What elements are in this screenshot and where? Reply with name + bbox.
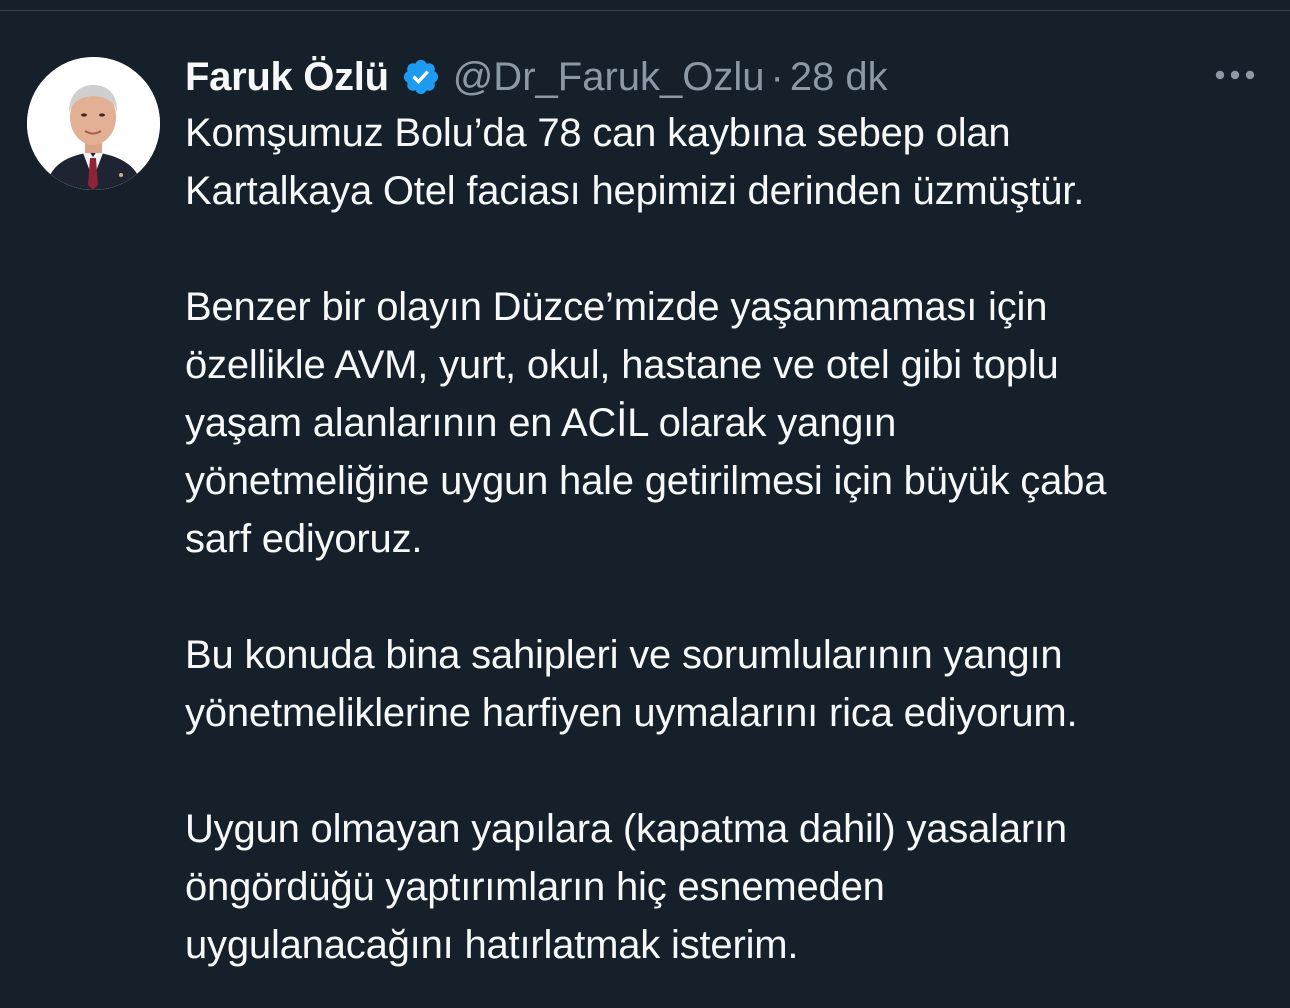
more-options-icon[interactable] bbox=[1210, 60, 1260, 90]
avatar[interactable] bbox=[27, 57, 160, 190]
display-name[interactable]: Faruk Özlü bbox=[185, 51, 389, 103]
tweet-text-line: yaşam alanlarının en ACİL olarak yangın bbox=[185, 401, 897, 445]
tweet-text-line: Komşumuz Bolu’da 78 can kaybına sebep ol… bbox=[185, 111, 1011, 155]
profile-photo bbox=[27, 57, 160, 190]
tweet-timestamp[interactable]: 28 dk bbox=[790, 51, 888, 103]
tweet-text-line: Bu konuda bina sahipleri ve sorumluların… bbox=[185, 633, 1063, 677]
tweet-text-line: Uygun olmayan yapılara (kapatma dahil) y… bbox=[185, 807, 1067, 851]
tweet-text-line: yönetmeliğine uygun hale getirilmesi içi… bbox=[185, 459, 1107, 503]
tweet-text-line: yönetmeliklerine harfiyen uymalarını ric… bbox=[185, 691, 1078, 735]
tweet-text-line: uygulanacağını hatırlatmak isterim. bbox=[185, 923, 799, 967]
tweet-text-line: Benzer bir olayın Düzce’mizde yaşanmamas… bbox=[185, 285, 1048, 329]
tweet-header: Faruk Özlü @Dr_Faruk_Ozlu · 28 dk bbox=[185, 51, 888, 103]
separator-dot: · bbox=[770, 55, 784, 99]
tweet-text: Komşumuz Bolu’da 78 can kaybına sebep ol… bbox=[185, 104, 1265, 974]
tweet[interactable]: Faruk Özlü @Dr_Faruk_Ozlu · 28 dk Komşum… bbox=[0, 0, 1290, 997]
tweet-text-line: sarf ediyoruz. bbox=[185, 517, 423, 561]
verified-badge-icon[interactable] bbox=[401, 57, 441, 97]
author-handle[interactable]: @Dr_Faruk_Ozlu bbox=[453, 51, 765, 103]
tweet-text-line: Kartalkaya Otel faciası hepimizi derinde… bbox=[185, 169, 1085, 213]
tweet-text-line: öngördüğü yaptırımların hiç esnemeden bbox=[185, 865, 885, 909]
tweet-text-line: özellikle AVM, yurt, okul, hastane ve ot… bbox=[185, 343, 1059, 387]
